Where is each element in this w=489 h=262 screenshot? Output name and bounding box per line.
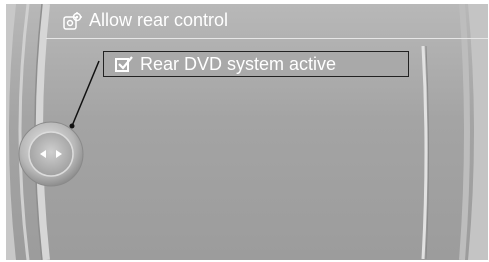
title-bar: Allow rear control bbox=[6, 4, 488, 38]
scroll-indicator bbox=[421, 46, 429, 259]
screen-title: Allow rear control bbox=[89, 10, 229, 30]
idrive-controller-icon[interactable] bbox=[17, 120, 85, 188]
menu-item-label: Rear DVD system active bbox=[140, 54, 337, 74]
checkbox-checked-icon[interactable] bbox=[115, 56, 133, 73]
settings-gear-icon bbox=[63, 12, 82, 30]
menu-item-rear-dvd-system-active[interactable]: Rear DVD system active bbox=[103, 51, 409, 77]
title-divider bbox=[46, 38, 488, 39]
